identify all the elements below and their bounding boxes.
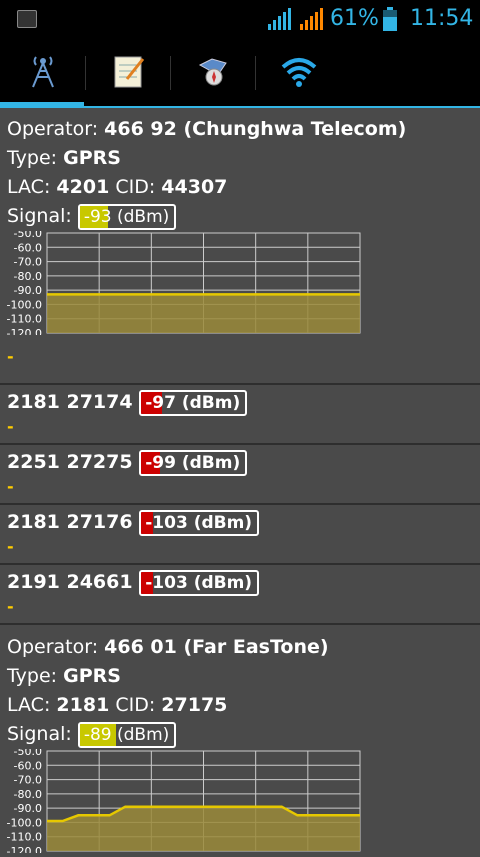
tab-map[interactable] [171, 38, 256, 104]
neighbor-cell-line: 2251 27275 -99 (dBm) [0, 445, 480, 477]
dash-label: - [7, 597, 14, 616]
y-tick-label: -120.0 [7, 845, 42, 853]
lac-cid-row: LAC: 4201 CID: 44307 [7, 176, 228, 198]
y-tick-label: -100.0 [7, 298, 42, 311]
signal-badge: -93 (dBm) [77, 203, 177, 230]
signal-badge: -99 (dBm) [139, 449, 248, 476]
neighbor-cell-line: 2181 27176 -103 (dBm) [0, 505, 480, 537]
cell-id: 2251 27275 [7, 451, 133, 473]
neighbor-cell-row: 2191 24661 -103 (dBm) - [0, 565, 480, 625]
signal-unit: (dBm) [175, 392, 241, 413]
lac-cid-row: LAC: 2181 CID: 27175 [7, 694, 228, 716]
signal-value: -103 [145, 512, 188, 533]
dash-label: - [7, 537, 14, 556]
y-tick-label: -50.0 [14, 231, 42, 240]
signal-unit: (dBm) [175, 452, 241, 473]
status-bar: 61% 11:54 [0, 0, 480, 38]
y-tick-label: -80.0 [14, 788, 42, 801]
tab-cell-towers[interactable] [0, 38, 85, 104]
signal-strength-2-icon [300, 8, 323, 30]
cell-id: 2181 27174 [7, 391, 133, 413]
y-tick-label: -110.0 [7, 831, 42, 844]
y-tick-label: -120.0 [7, 327, 42, 335]
battery-icon [383, 7, 397, 31]
clock: 11:54 [410, 6, 474, 31]
y-tick-label: -70.0 [14, 774, 42, 787]
neighbor-cell-row: 2181 27174 -97 (dBm) - [0, 385, 480, 445]
signal-badge: -103 (dBm) [139, 509, 260, 536]
tab-bar [0, 38, 480, 108]
signal-unit: (dBm) [187, 512, 253, 533]
y-tick-label: -70.0 [14, 256, 42, 269]
map-compass-icon [198, 58, 227, 86]
battery-percent: 61% [330, 6, 379, 31]
y-tick-label: -90.0 [14, 284, 42, 297]
signal-area [47, 806, 360, 851]
neighbor-cell-line: 2191 24661 -103 (dBm) [0, 565, 480, 597]
signal-badge: -103 (dBm) [139, 569, 260, 596]
signal-row: Signal: -93 (dBm) [0, 202, 480, 231]
y-tick-label: -110.0 [7, 313, 42, 326]
wifi-icon [281, 58, 316, 87]
type-row: Type: GPRS [7, 147, 121, 169]
signal-value: -97 [145, 392, 176, 413]
signal-value: -99 [145, 452, 176, 473]
cell-id: 2181 27176 [7, 511, 133, 533]
signal-badge: -97 (dBm) [139, 389, 248, 416]
neighbor-cell-line: 2181 27174 -97 (dBm) [0, 385, 480, 417]
cell-list: Operator: 466 92 (Chunghwa Telecom) Type… [0, 108, 480, 857]
operator-row: Operator: 466 01 (Far EasTone) [7, 636, 329, 658]
operator-row: Operator: 466 92 (Chunghwa Telecom) [7, 118, 407, 140]
y-tick-label: -90.0 [14, 802, 42, 815]
signal-history-chart: -50.0-60.0 -70.0-80.0-90.0-100.0 -110.0-12… [7, 227, 361, 340]
signal-unit: (dBm) [187, 572, 253, 593]
dash-label: - [7, 417, 14, 436]
notepad-icon [114, 56, 144, 88]
tab-wifi[interactable] [256, 38, 341, 104]
operator-block-1: Operator: 466 92 (Chunghwa Telecom) Type… [0, 108, 480, 385]
signal-row: Signal: -89 (dBm) [0, 720, 480, 749]
neighbor-cell-row: 2181 27176 -103 (dBm) - [0, 505, 480, 565]
operator-block-2: Operator: 466 01 (Far EasTone) Type: GPR… [0, 625, 480, 857]
signal-area [47, 294, 360, 333]
cell-id: 2191 24661 [7, 571, 133, 593]
signal-history-chart: -50.0-60.0 -70.0-80.0-90.0-100.0 -110.0-12… [7, 745, 361, 857]
notification-icon [17, 10, 37, 28]
y-tick-label: -50.0 [14, 749, 42, 758]
signal-badge: -89 (dBm) [77, 721, 177, 748]
y-tick-label: -80.0 [14, 270, 42, 283]
signal-strength-icon [268, 8, 291, 30]
dash-label: - [7, 347, 14, 366]
signal-value: -103 [145, 572, 188, 593]
tab-log[interactable] [86, 38, 171, 104]
y-tick-label: -100.0 [7, 816, 42, 829]
y-tick-label: -60.0 [14, 241, 42, 254]
dash-label: - [7, 477, 14, 496]
type-row: Type: GPRS [7, 665, 121, 687]
antenna-tower-icon [31, 56, 54, 88]
y-tick-label: -60.0 [14, 759, 42, 772]
neighbor-cell-row: 2251 27275 -99 (dBm) - [0, 445, 480, 505]
